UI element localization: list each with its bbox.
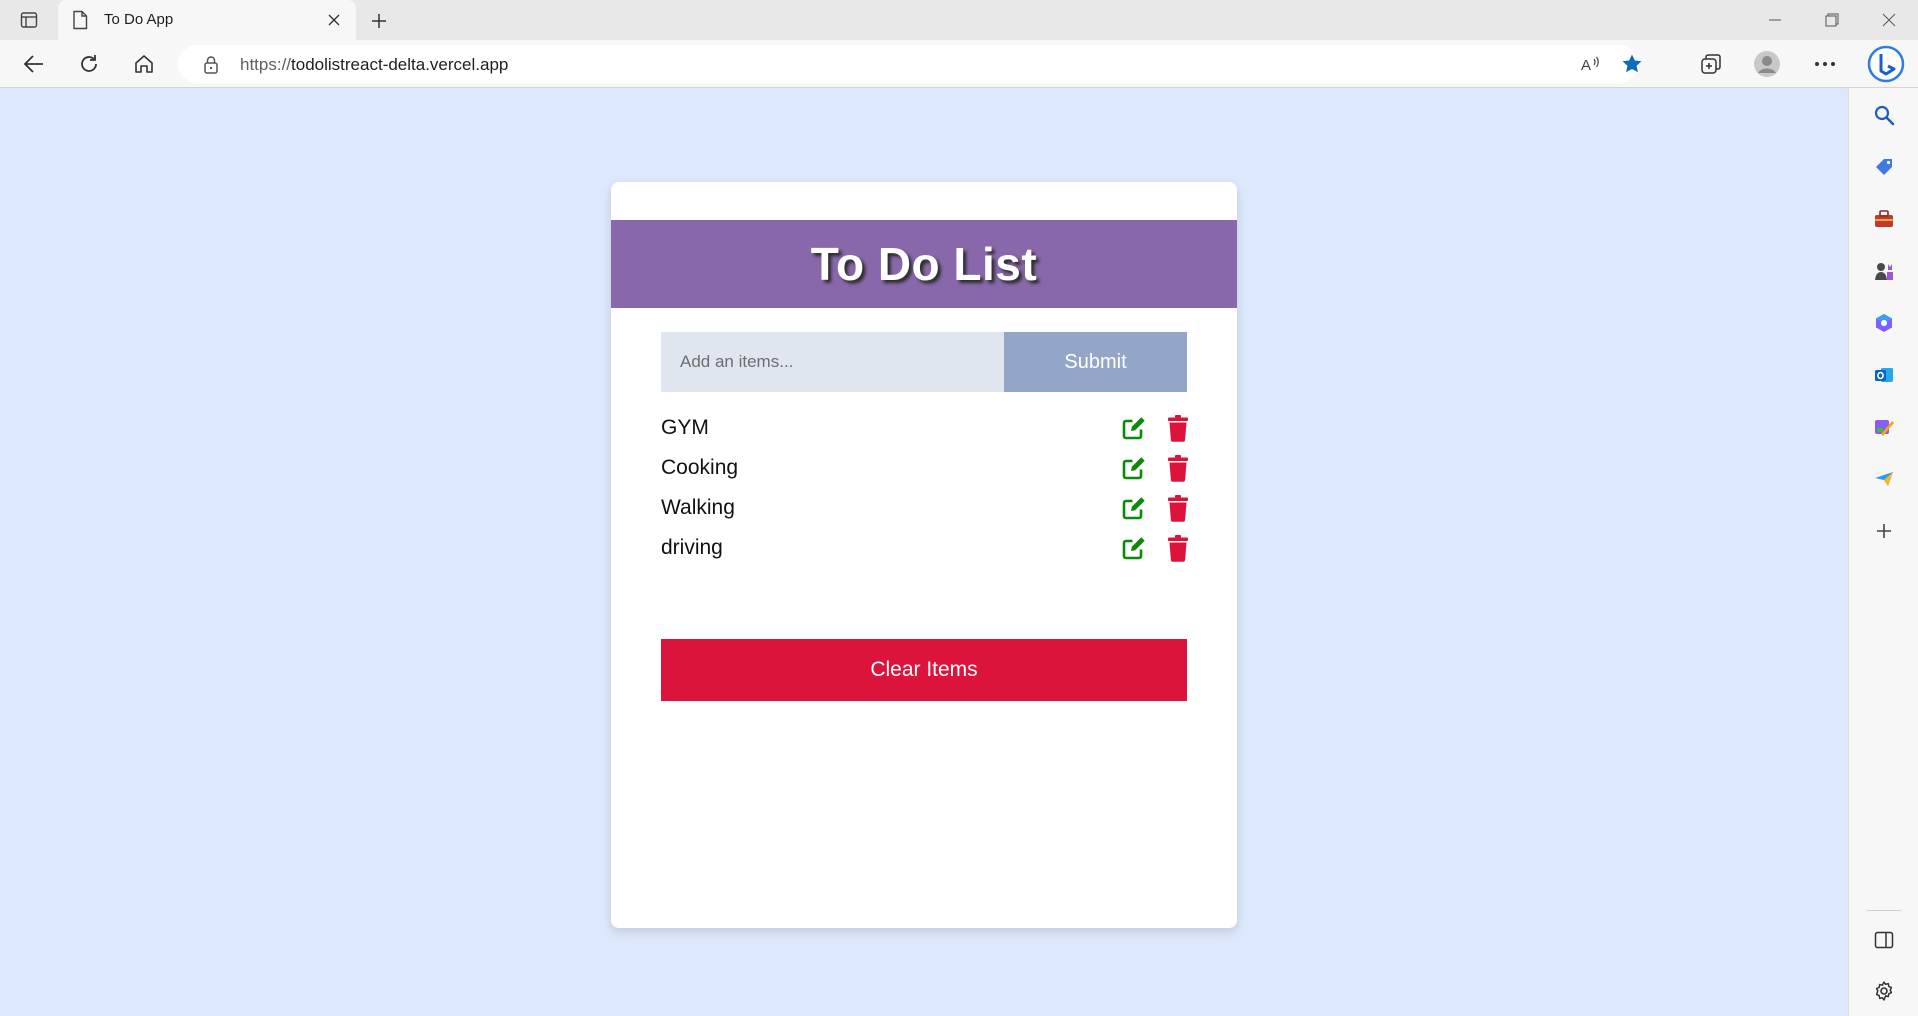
add-icon[interactable] xyxy=(1872,519,1896,543)
split-screen-icon[interactable] xyxy=(1872,928,1896,952)
list-item: GYM xyxy=(661,408,1189,448)
bing-icon[interactable] xyxy=(1866,45,1906,83)
close-window-icon[interactable] xyxy=(1876,8,1902,32)
shopping-tag-icon[interactable] xyxy=(1872,155,1896,179)
tools-icon[interactable] xyxy=(1872,207,1896,231)
lock-icon[interactable] xyxy=(202,55,220,80)
home-icon[interactable] xyxy=(129,49,159,79)
search-icon[interactable] xyxy=(1872,103,1896,127)
trash-icon[interactable] xyxy=(1167,534,1189,562)
url-text: https://todolistreact-delta.vercel.app xyxy=(240,55,509,74)
back-arrow-icon[interactable] xyxy=(19,49,49,79)
edit-icon[interactable] xyxy=(1121,495,1147,521)
outlook-icon[interactable] xyxy=(1872,363,1896,387)
restore-icon[interactable] xyxy=(1819,8,1845,32)
submit-button[interactable]: Submit xyxy=(1004,332,1187,392)
designer-icon[interactable] xyxy=(1872,415,1896,439)
plus-icon[interactable] xyxy=(366,8,392,34)
clear-items-button[interactable]: Clear Items xyxy=(661,639,1187,701)
more-icon[interactable] xyxy=(1810,49,1840,79)
send-icon[interactable] xyxy=(1872,467,1896,491)
refresh-icon[interactable] xyxy=(74,49,104,79)
page-icon xyxy=(72,10,88,35)
browser-tab[interactable]: To Do App xyxy=(58,0,356,40)
item-label: driving xyxy=(661,536,723,559)
trash-icon[interactable] xyxy=(1167,414,1189,442)
address-bar[interactable]: https://todolistreact-delta.vercel.app A xyxy=(178,45,1642,83)
star-icon[interactable] xyxy=(1620,52,1644,81)
read-aloud-icon[interactable]: A xyxy=(1580,54,1602,79)
browser-toolbar: https://todolistreact-delta.vercel.app A xyxy=(0,40,1918,88)
todo-card: To Do List Submit GYM Cooking Walking dr… xyxy=(611,182,1237,928)
sidebar-divider xyxy=(1867,910,1901,911)
trash-icon[interactable] xyxy=(1167,454,1189,482)
add-item-input[interactable] xyxy=(661,332,1004,392)
svg-text:A: A xyxy=(1581,57,1591,74)
avatar-icon[interactable] xyxy=(1752,49,1782,79)
item-label: Walking xyxy=(661,496,735,519)
list-item: Walking xyxy=(661,488,1189,528)
tab-actions-icon[interactable] xyxy=(14,9,44,31)
games-icon[interactable] xyxy=(1872,259,1896,283)
trash-icon[interactable] xyxy=(1167,494,1189,522)
edit-icon[interactable] xyxy=(1121,455,1147,481)
tab-bar: To Do App xyxy=(0,0,1918,40)
close-icon[interactable] xyxy=(324,10,344,30)
collections-icon[interactable] xyxy=(1696,49,1726,79)
settings-icon[interactable] xyxy=(1872,979,1896,1003)
page-title: To Do List xyxy=(810,238,1038,290)
edit-icon[interactable] xyxy=(1121,535,1147,561)
minimize-icon[interactable] xyxy=(1762,8,1788,32)
edit-icon[interactable] xyxy=(1121,415,1147,441)
microsoft365-icon[interactable] xyxy=(1872,311,1896,335)
tab-title: To Do App xyxy=(104,11,174,28)
item-label: GYM xyxy=(661,416,709,439)
browser-sidebar xyxy=(1848,88,1918,1016)
todo-header: To Do List xyxy=(611,220,1237,308)
item-label: Cooking xyxy=(661,456,739,479)
list-item: Cooking xyxy=(661,448,1189,488)
list-item: driving xyxy=(661,528,1189,568)
